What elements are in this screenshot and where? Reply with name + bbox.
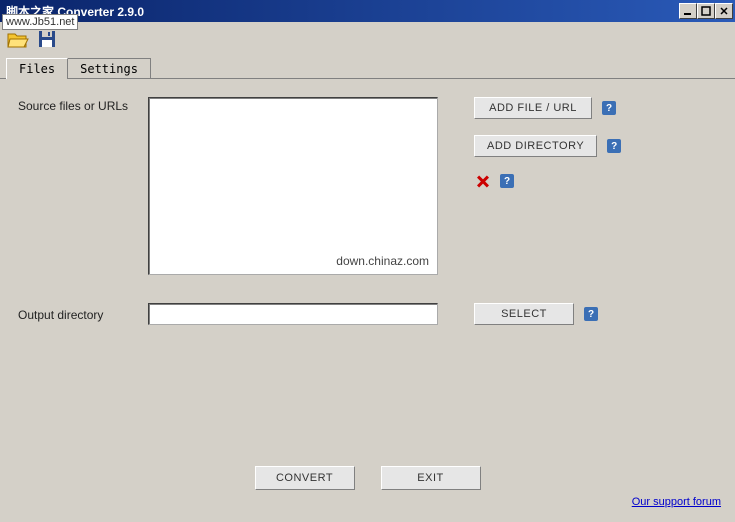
source-listbox[interactable]: down.chinaz.com [148, 97, 438, 275]
tab-panel-files: Source files or URLs down.chinaz.com ADD… [0, 78, 735, 514]
maximize-button[interactable] [697, 3, 715, 19]
overlay-watermark: www.Jb51.net [2, 14, 78, 30]
titlebar: 脚本之家 Converter 2.9.0 [0, 0, 735, 22]
output-label: Output directory [18, 306, 148, 322]
source-label: Source files or URLs [18, 97, 148, 113]
output-directory-input[interactable] [148, 303, 438, 325]
help-icon[interactable]: ? [584, 307, 598, 321]
exit-button[interactable]: EXIT [381, 466, 481, 490]
support-forum-link[interactable]: Our support forum [632, 496, 721, 508]
listbox-watermark: down.chinaz.com [336, 254, 429, 268]
help-icon[interactable]: ? [500, 174, 514, 188]
tabstrip: Files Settings [0, 58, 735, 79]
select-button[interactable]: SELECT [474, 303, 574, 325]
toolbar [0, 22, 735, 56]
open-icon[interactable] [6, 28, 30, 50]
close-button[interactable] [715, 3, 733, 19]
save-icon[interactable] [36, 28, 60, 50]
tab-files[interactable]: Files [6, 58, 68, 79]
convert-button[interactable]: CONVERT [255, 466, 355, 490]
add-file-button[interactable]: ADD FILE / URL [474, 97, 592, 119]
window-controls [679, 3, 733, 19]
tab-settings[interactable]: Settings [67, 58, 151, 79]
minimize-button[interactable] [679, 3, 697, 19]
add-directory-button[interactable]: ADD DIRECTORY [474, 135, 597, 157]
action-buttons: CONVERT EXIT [0, 466, 735, 490]
help-icon[interactable]: ? [607, 139, 621, 153]
delete-icon[interactable] [474, 173, 490, 189]
help-icon[interactable]: ? [602, 101, 616, 115]
